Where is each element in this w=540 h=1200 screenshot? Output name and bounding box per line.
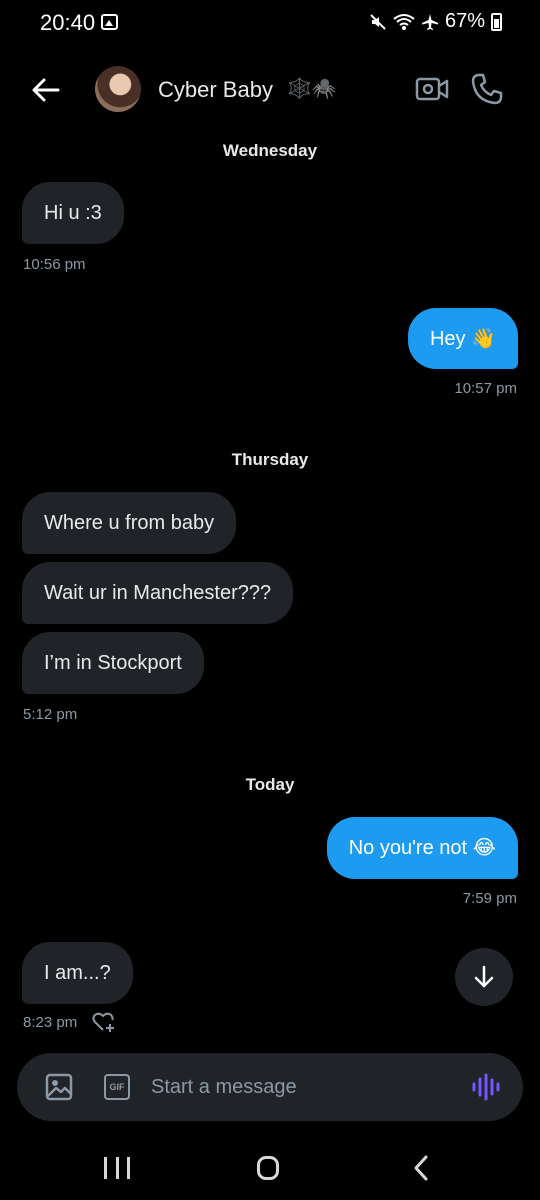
gallery-notification-icon (101, 14, 118, 30)
video-call-icon[interactable] (415, 74, 449, 104)
date-separator: Wednesday (222, 141, 318, 160)
message-timestamp: 8:23 pm (23, 1014, 78, 1031)
received-message-bubble[interactable]: Hi u :3 (22, 182, 124, 244)
message-timestamp: 7:59 pm (462, 890, 517, 907)
conversation-header: Cyber Baby 🕸️🕷️ (0, 58, 540, 120)
sent-message-bubble[interactable]: No you're not 😂 (326, 817, 518, 879)
received-message-bubble[interactable]: I am...? (22, 942, 133, 1004)
received-message-bubble[interactable]: I’m in Stockport (22, 632, 204, 694)
airplane-icon (421, 13, 438, 30)
battery-percent: 67% (444, 10, 485, 32)
contact-name-emoji: 🕸️🕷️ (287, 78, 337, 100)
avatar[interactable] (95, 66, 141, 112)
system-back-icon[interactable] (410, 1154, 432, 1182)
date-separator: Today (245, 775, 295, 794)
message-timestamp: 10:56 pm (23, 256, 86, 273)
message-timestamp: 10:57 pm (454, 380, 517, 397)
received-message-bubble[interactable]: Wait ur in Manchester??? (22, 562, 294, 624)
sent-message-bubble[interactable]: Hey 👋 (407, 308, 518, 369)
voice-message-icon[interactable] (471, 1073, 501, 1101)
mute-icon (370, 13, 386, 30)
status-bar: 20:40 67% (0, 0, 540, 48)
add-reaction-icon[interactable] (92, 1011, 116, 1033)
battery-icon (491, 12, 502, 31)
message-composer: GIF (17, 1053, 523, 1121)
back-arrow-icon[interactable] (28, 72, 64, 108)
image-icon[interactable] (45, 1073, 73, 1101)
message-input[interactable] (151, 1067, 451, 1107)
phone-call-icon[interactable] (470, 72, 504, 106)
recent-apps-icon[interactable] (104, 1157, 130, 1179)
date-separator: Thursday (231, 450, 309, 469)
home-icon[interactable] (257, 1156, 279, 1180)
message-timestamp: 5:12 pm (23, 706, 78, 723)
contact-name[interactable]: Cyber Baby (158, 77, 273, 103)
received-message-bubble[interactable]: Where u from baby (22, 492, 237, 554)
wifi-icon (393, 13, 415, 30)
status-time: 20:40 (40, 10, 96, 35)
arrow-down-icon (474, 965, 494, 988)
scroll-to-bottom-button[interactable] (455, 948, 513, 1006)
gif-button[interactable]: GIF (104, 1074, 130, 1100)
system-navigation-bar (0, 1140, 540, 1200)
